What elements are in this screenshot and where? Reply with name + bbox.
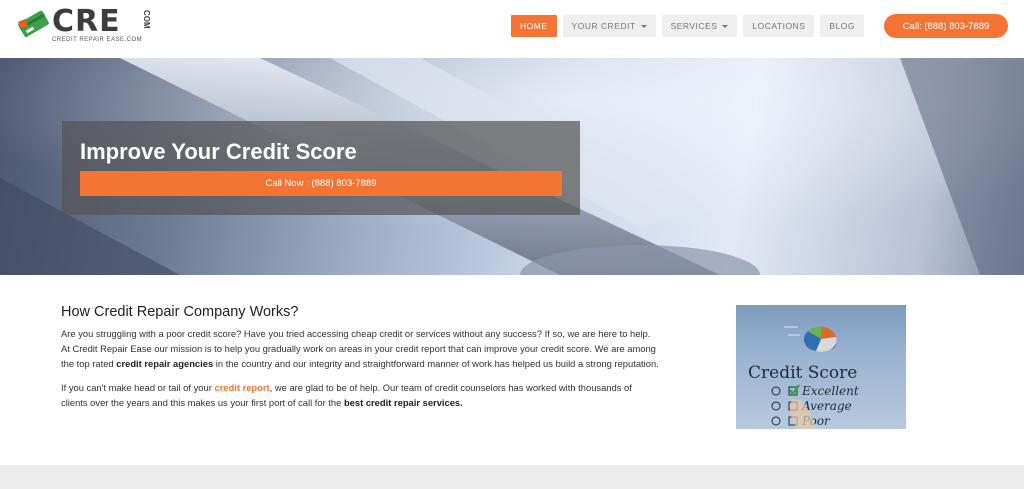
second-text-start: If you can't make head or tail of your <box>61 382 215 393</box>
nav-home[interactable]: HOME <box>511 15 557 37</box>
image-title: Credit Score <box>748 363 857 383</box>
intro-paragraph: Are you struggling with a poor credit sc… <box>61 326 661 371</box>
logo-wordmark: CRE <box>52 4 121 39</box>
header-call-button[interactable]: Call: (888) 803-7889 <box>884 14 1008 38</box>
nav-blog[interactable]: BLOG <box>820 15 865 37</box>
second-bold-phrase: best credit repair services. <box>343 397 463 408</box>
hero-call-now-button[interactable]: Call Now : (888) 803-7889 <box>80 171 562 196</box>
second-paragraph: If you can't make head or tail of your c… <box>61 380 661 410</box>
nav-label: HOME <box>520 21 548 31</box>
option-excellent: Excellent <box>801 384 859 398</box>
credit-score-image: Credit Score Excellent Average Poor <box>736 305 906 429</box>
nav-your-credit[interactable]: YOUR CREDIT <box>562 15 656 37</box>
hero-banner: Improve Your Credit Score Call Now : (88… <box>0 58 1024 275</box>
logo-suffix: COM <box>142 10 151 29</box>
footer-band <box>0 465 1024 489</box>
nav-label: YOUR CREDIT <box>571 21 636 31</box>
nav-services[interactable]: SERVICES <box>661 15 738 37</box>
intro-bold-phrase: credit repair agencies <box>116 358 214 369</box>
caret-down-icon <box>722 24 729 28</box>
site-logo[interactable]: CRE COM CREDIT REPAIR EASE.COM <box>16 4 151 44</box>
hero-callout: Improve Your Credit Score Call Now : (88… <box>62 121 580 215</box>
nav-label: SERVICES <box>670 21 718 31</box>
logo-wordmark-group: CRE COM CREDIT REPAIR EASE.COM <box>52 4 151 44</box>
logo-tagline: CREDIT REPAIR EASE.COM <box>52 37 143 43</box>
credit-report-link[interactable]: credit report <box>214 382 269 393</box>
nav-locations[interactable]: LOCATIONS <box>743 15 815 37</box>
nav-label: LOCATIONS <box>752 21 806 31</box>
intro-text-end: in the country and our integrity and str… <box>213 358 659 369</box>
section-heading: How Credit Repair Company Works? <box>61 304 299 320</box>
main-content: How Credit Repair Company Works? Are you… <box>61 304 661 410</box>
pie-chart-icon <box>803 326 837 352</box>
caret-down-icon <box>640 24 647 28</box>
nav-label: BLOG <box>829 21 856 31</box>
checkmark-icon <box>789 384 801 397</box>
page: CRE COM CREDIT REPAIR EASE.COM HOME YOUR… <box>0 0 1024 489</box>
credit-card-logo-icon <box>16 8 50 38</box>
site-header: CRE COM CREDIT REPAIR EASE.COM HOME YOUR… <box>0 0 1024 58</box>
hero-title: Improve Your Credit Score <box>80 139 357 164</box>
main-nav: HOME YOUR CREDIT SERVICES LOCATIONS BLOG <box>511 15 865 37</box>
